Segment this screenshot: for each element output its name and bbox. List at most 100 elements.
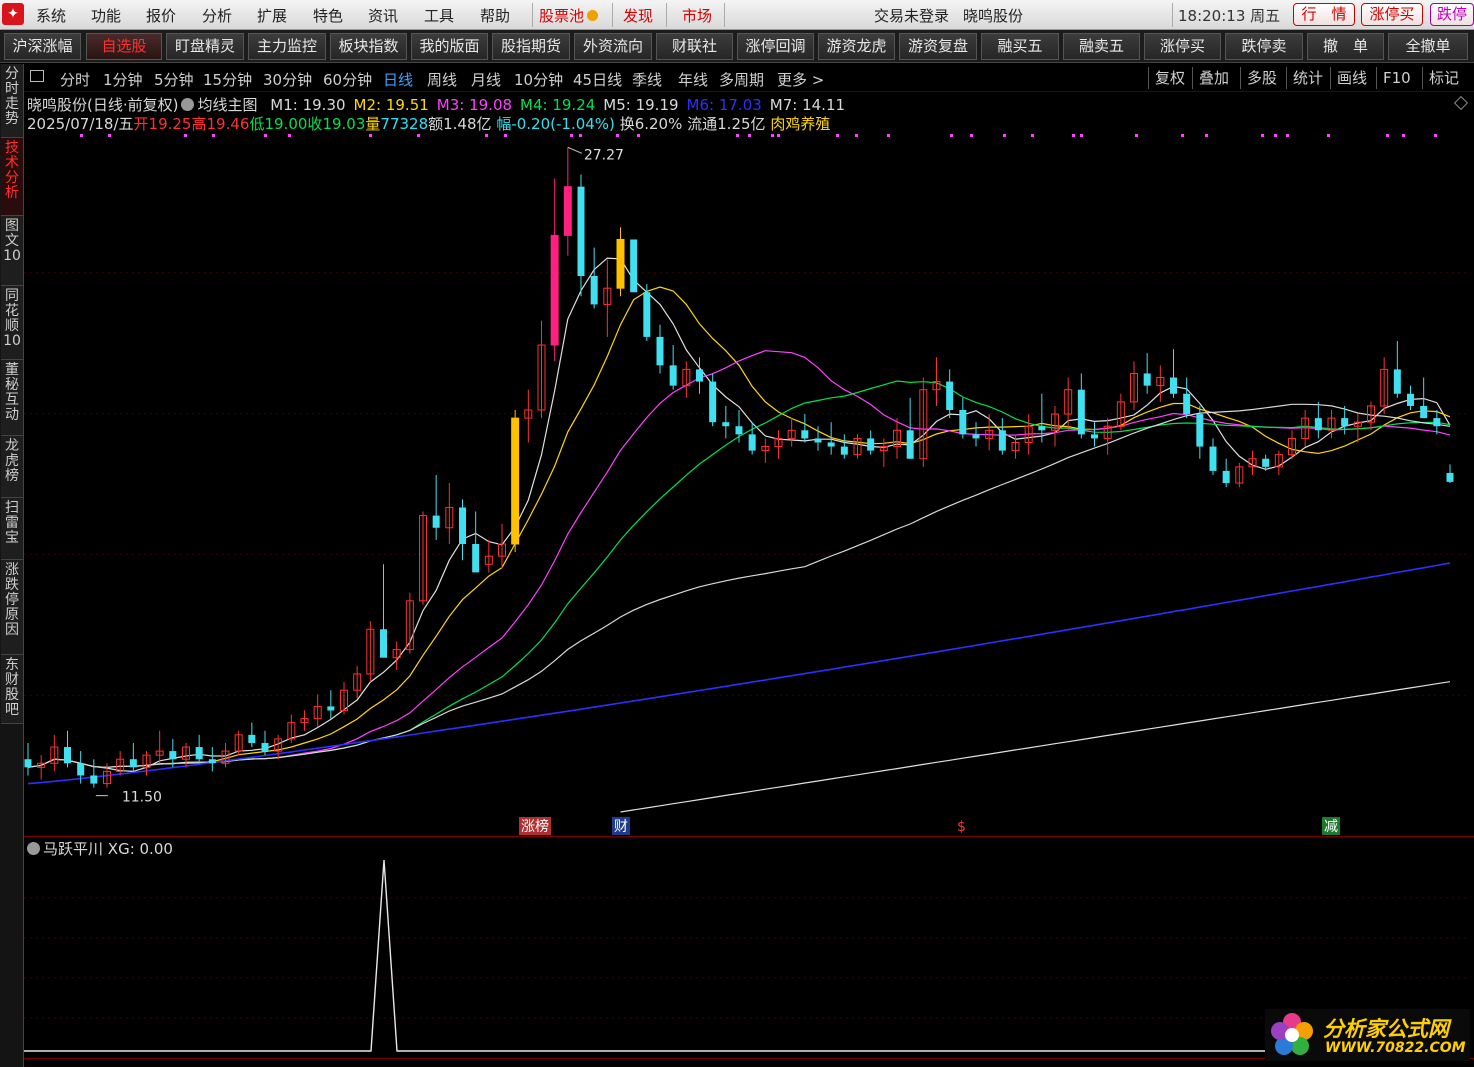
left-tab-1[interactable]: 技术分析: [1, 138, 23, 216]
stock-title[interactable]: 晓鸣股份(日线·前复权): [27, 96, 178, 114]
left-tab-6[interactable]: 扫雷宝: [1, 498, 23, 560]
candle[interactable]: [696, 357, 703, 394]
candle[interactable]: [643, 284, 651, 341]
candle[interactable]: [1446, 464, 1454, 484]
candle[interactable]: [774, 430, 783, 459]
menu-system[interactable]: 系统: [36, 5, 66, 26]
candle[interactable]: [129, 742, 137, 772]
candle[interactable]: [484, 539, 493, 573]
toolbar-button-0[interactable]: 沪深涨幅: [4, 33, 81, 60]
candle[interactable]: [90, 759, 98, 788]
period-2[interactable]: 5分钟: [154, 69, 194, 90]
period-7[interactable]: 周线: [427, 69, 457, 90]
chart-tool-1[interactable]: 叠加: [1192, 67, 1229, 89]
candle[interactable]: [392, 641, 401, 670]
event-marker[interactable]: 涨榜: [519, 817, 551, 835]
candle[interactable]: [1407, 385, 1414, 410]
candle[interactable]: [577, 174, 585, 297]
menu-help[interactable]: 帮助: [480, 5, 510, 26]
toolbar-button-9[interactable]: 涨停回调: [737, 33, 814, 60]
left-tab-3[interactable]: 同花顺10: [1, 286, 23, 360]
left-tab-2[interactable]: 图文10: [1, 216, 23, 286]
candle[interactable]: [327, 690, 335, 719]
candle[interactable]: [787, 418, 796, 447]
toolbar-button-5[interactable]: 我的版面: [411, 33, 488, 60]
candle[interactable]: [1235, 462, 1244, 488]
menu-extension[interactable]: 扩展: [257, 5, 287, 26]
candle[interactable]: [1077, 373, 1085, 439]
candle[interactable]: [116, 751, 125, 776]
candle[interactable]: [722, 405, 730, 439]
toolbar-button-3[interactable]: 主力监控: [248, 33, 326, 60]
indicator-name[interactable]: 马跃平川: [43, 840, 103, 858]
period-11[interactable]: 季线: [632, 69, 662, 90]
limit-up-buy-button[interactable]: 涨停买: [1361, 3, 1423, 26]
candle[interactable]: [748, 422, 756, 455]
panel-toggle-icon[interactable]: [1453, 95, 1469, 111]
menu-stock-pool[interactable]: 股票池: [539, 5, 599, 26]
period-14[interactable]: 更多 >: [777, 69, 824, 90]
candle[interactable]: [472, 511, 480, 573]
toolbar-button-13[interactable]: 融卖五: [1063, 33, 1140, 60]
candle[interactable]: [24, 742, 32, 776]
candle[interactable]: [248, 722, 256, 748]
candle[interactable]: [353, 665, 362, 699]
template-dropdown-icon[interactable]: [181, 98, 195, 111]
left-tab-5[interactable]: 龙虎榜: [1, 436, 23, 498]
candle[interactable]: [998, 418, 1006, 455]
candle[interactable]: [1314, 401, 1322, 439]
candle[interactable]: [682, 361, 691, 398]
toolbar-button-6[interactable]: 股指期货: [492, 33, 570, 60]
menu-discover[interactable]: 发现: [623, 5, 653, 26]
chart-tool-5[interactable]: F10: [1376, 67, 1411, 89]
candle[interactable]: [616, 227, 625, 297]
event-marker[interactable]: $: [957, 819, 966, 835]
candle[interactable]: [498, 523, 506, 569]
candle[interactable]: [1103, 418, 1112, 455]
toolbar-button-2[interactable]: 盯盘精灵: [166, 33, 244, 60]
toolbar-button-4[interactable]: 板块指数: [330, 33, 407, 60]
menu-quote[interactable]: 报价: [146, 5, 176, 26]
quote-button[interactable]: 行 情: [1293, 3, 1355, 26]
login-status[interactable]: 交易未登录: [874, 5, 949, 26]
chart-tool-3[interactable]: 统计: [1286, 67, 1323, 89]
period-5[interactable]: 60分钟: [323, 69, 372, 90]
candle[interactable]: [1130, 361, 1138, 410]
period-4[interactable]: 30分钟: [263, 69, 312, 90]
candle[interactable]: [656, 324, 664, 374]
candle[interactable]: [432, 474, 440, 540]
indicator-chart[interactable]: [24, 858, 1466, 1058]
candle[interactable]: [366, 621, 375, 683]
indicator-dropdown-icon[interactable]: [27, 842, 40, 855]
period-13[interactable]: 多周期: [719, 69, 764, 90]
candle[interactable]: [932, 357, 941, 406]
candle[interactable]: [959, 397, 967, 439]
candlestick-chart[interactable]: 27.27 11.50 涨榜 财 $ 减: [24, 132, 1466, 836]
period-6[interactable]: 日线: [383, 69, 413, 90]
candle[interactable]: [1274, 450, 1283, 475]
candle[interactable]: [893, 418, 901, 459]
toolbar-button-17[interactable]: 全撤单: [1388, 33, 1468, 60]
period-12[interactable]: 年线: [678, 69, 708, 90]
candle[interactable]: [155, 730, 164, 764]
concept-tag[interactable]: 肉鸡养殖: [770, 115, 830, 133]
candle[interactable]: [630, 239, 638, 293]
panel-divider[interactable]: [24, 836, 1474, 837]
main-template[interactable]: 均线主图: [197, 96, 257, 114]
layout-toggle-icon[interactable]: [30, 70, 44, 82]
candle[interactable]: [1380, 357, 1389, 415]
candle[interactable]: [208, 747, 216, 772]
candle[interactable]: [50, 734, 59, 772]
candle[interactable]: [563, 147, 572, 256]
candle[interactable]: [459, 499, 466, 561]
candle[interactable]: [340, 682, 348, 715]
candle[interactable]: [300, 710, 309, 731]
toolbar-button-10[interactable]: 游资龙虎: [818, 33, 895, 60]
period-10[interactable]: 45日线: [573, 69, 622, 90]
candle[interactable]: [380, 564, 387, 658]
toolbar-button-7[interactable]: 外资流向: [574, 33, 652, 60]
candle[interactable]: [445, 483, 454, 544]
candle[interactable]: [1367, 401, 1375, 431]
left-tab-4[interactable]: 董秘互动: [1, 360, 23, 436]
menu-market[interactable]: 市场: [682, 5, 712, 26]
